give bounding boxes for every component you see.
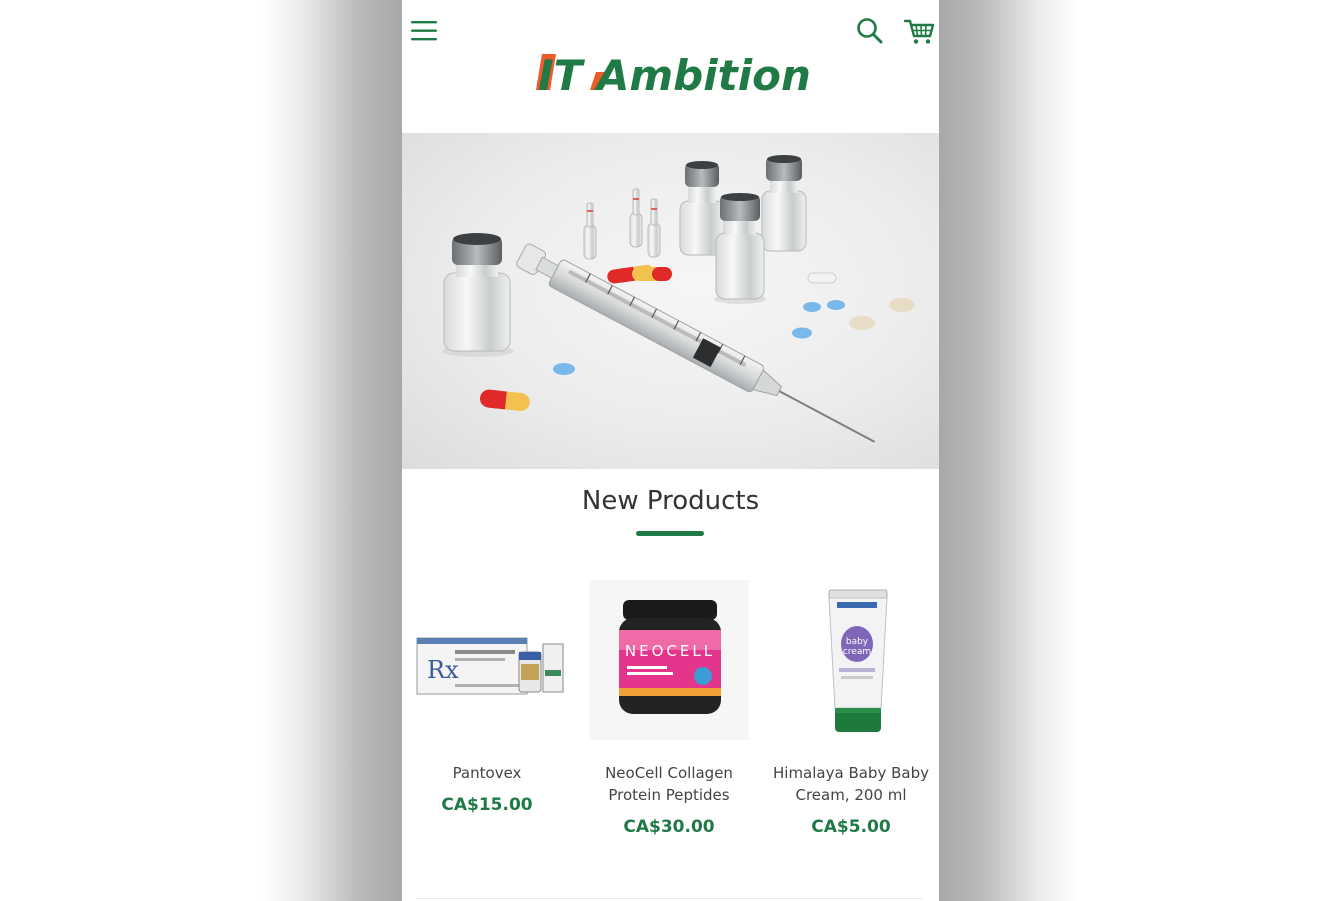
search-icon[interactable] — [854, 15, 886, 47]
site-header: IT Ambition — [402, 0, 939, 133]
mobile-viewport: IT Ambition New Products Rx Pantovex CA$… — [402, 0, 939, 901]
product-image-himalaya[interactable]: baby cream — [771, 580, 931, 740]
product-card-himalaya[interactable]: baby cream Himalaya Baby Baby Cream, 200… — [762, 580, 939, 837]
svg-text:NEOCELL: NEOCELL — [625, 642, 715, 660]
svg-text:cream: cream — [843, 647, 871, 657]
product-price: CA$15.00 — [441, 795, 533, 815]
medical-syringe-vials-pills-image — [442, 155, 915, 443]
new-products-title: New Products — [581, 486, 760, 516]
hamburger-menu-icon[interactable] — [408, 16, 440, 46]
svg-text:Rx: Rx — [427, 656, 459, 684]
svg-text:baby: baby — [846, 637, 869, 647]
logo-text: IT Ambition — [538, 51, 811, 98]
product-image-pantovex[interactable]: Rx — [407, 580, 567, 740]
capsule-2 — [632, 267, 672, 281]
product-price: CA$30.00 — [623, 817, 715, 837]
site-logo[interactable]: IT Ambition — [536, 46, 816, 98]
product-card-pantovex[interactable]: Rx Pantovex CA$15.00 — [402, 580, 576, 815]
vial-back-2 — [761, 155, 807, 252]
product-image-neocell[interactable]: NEOCELL — [589, 580, 749, 740]
shopping-cart-icon[interactable] — [903, 15, 937, 47]
ampoules — [583, 188, 661, 260]
vial-left — [442, 233, 514, 357]
product-name[interactable]: Pantovex — [402, 762, 576, 784]
vial-center — [714, 193, 766, 304]
product-name[interactable]: NeoCell Collagen Protein Peptides — [580, 762, 758, 806]
product-price: CA$5.00 — [811, 817, 891, 837]
capsule-3 — [479, 389, 530, 411]
title-underline — [636, 531, 704, 536]
product-card-neocell[interactable]: NEOCELL NeoCell Collagen Protein Peptide… — [580, 580, 758, 837]
hero-banner[interactable] — [402, 133, 939, 469]
section-divider — [416, 898, 922, 899]
product-name[interactable]: Himalaya Baby Baby Cream, 200 ml — [762, 762, 939, 806]
